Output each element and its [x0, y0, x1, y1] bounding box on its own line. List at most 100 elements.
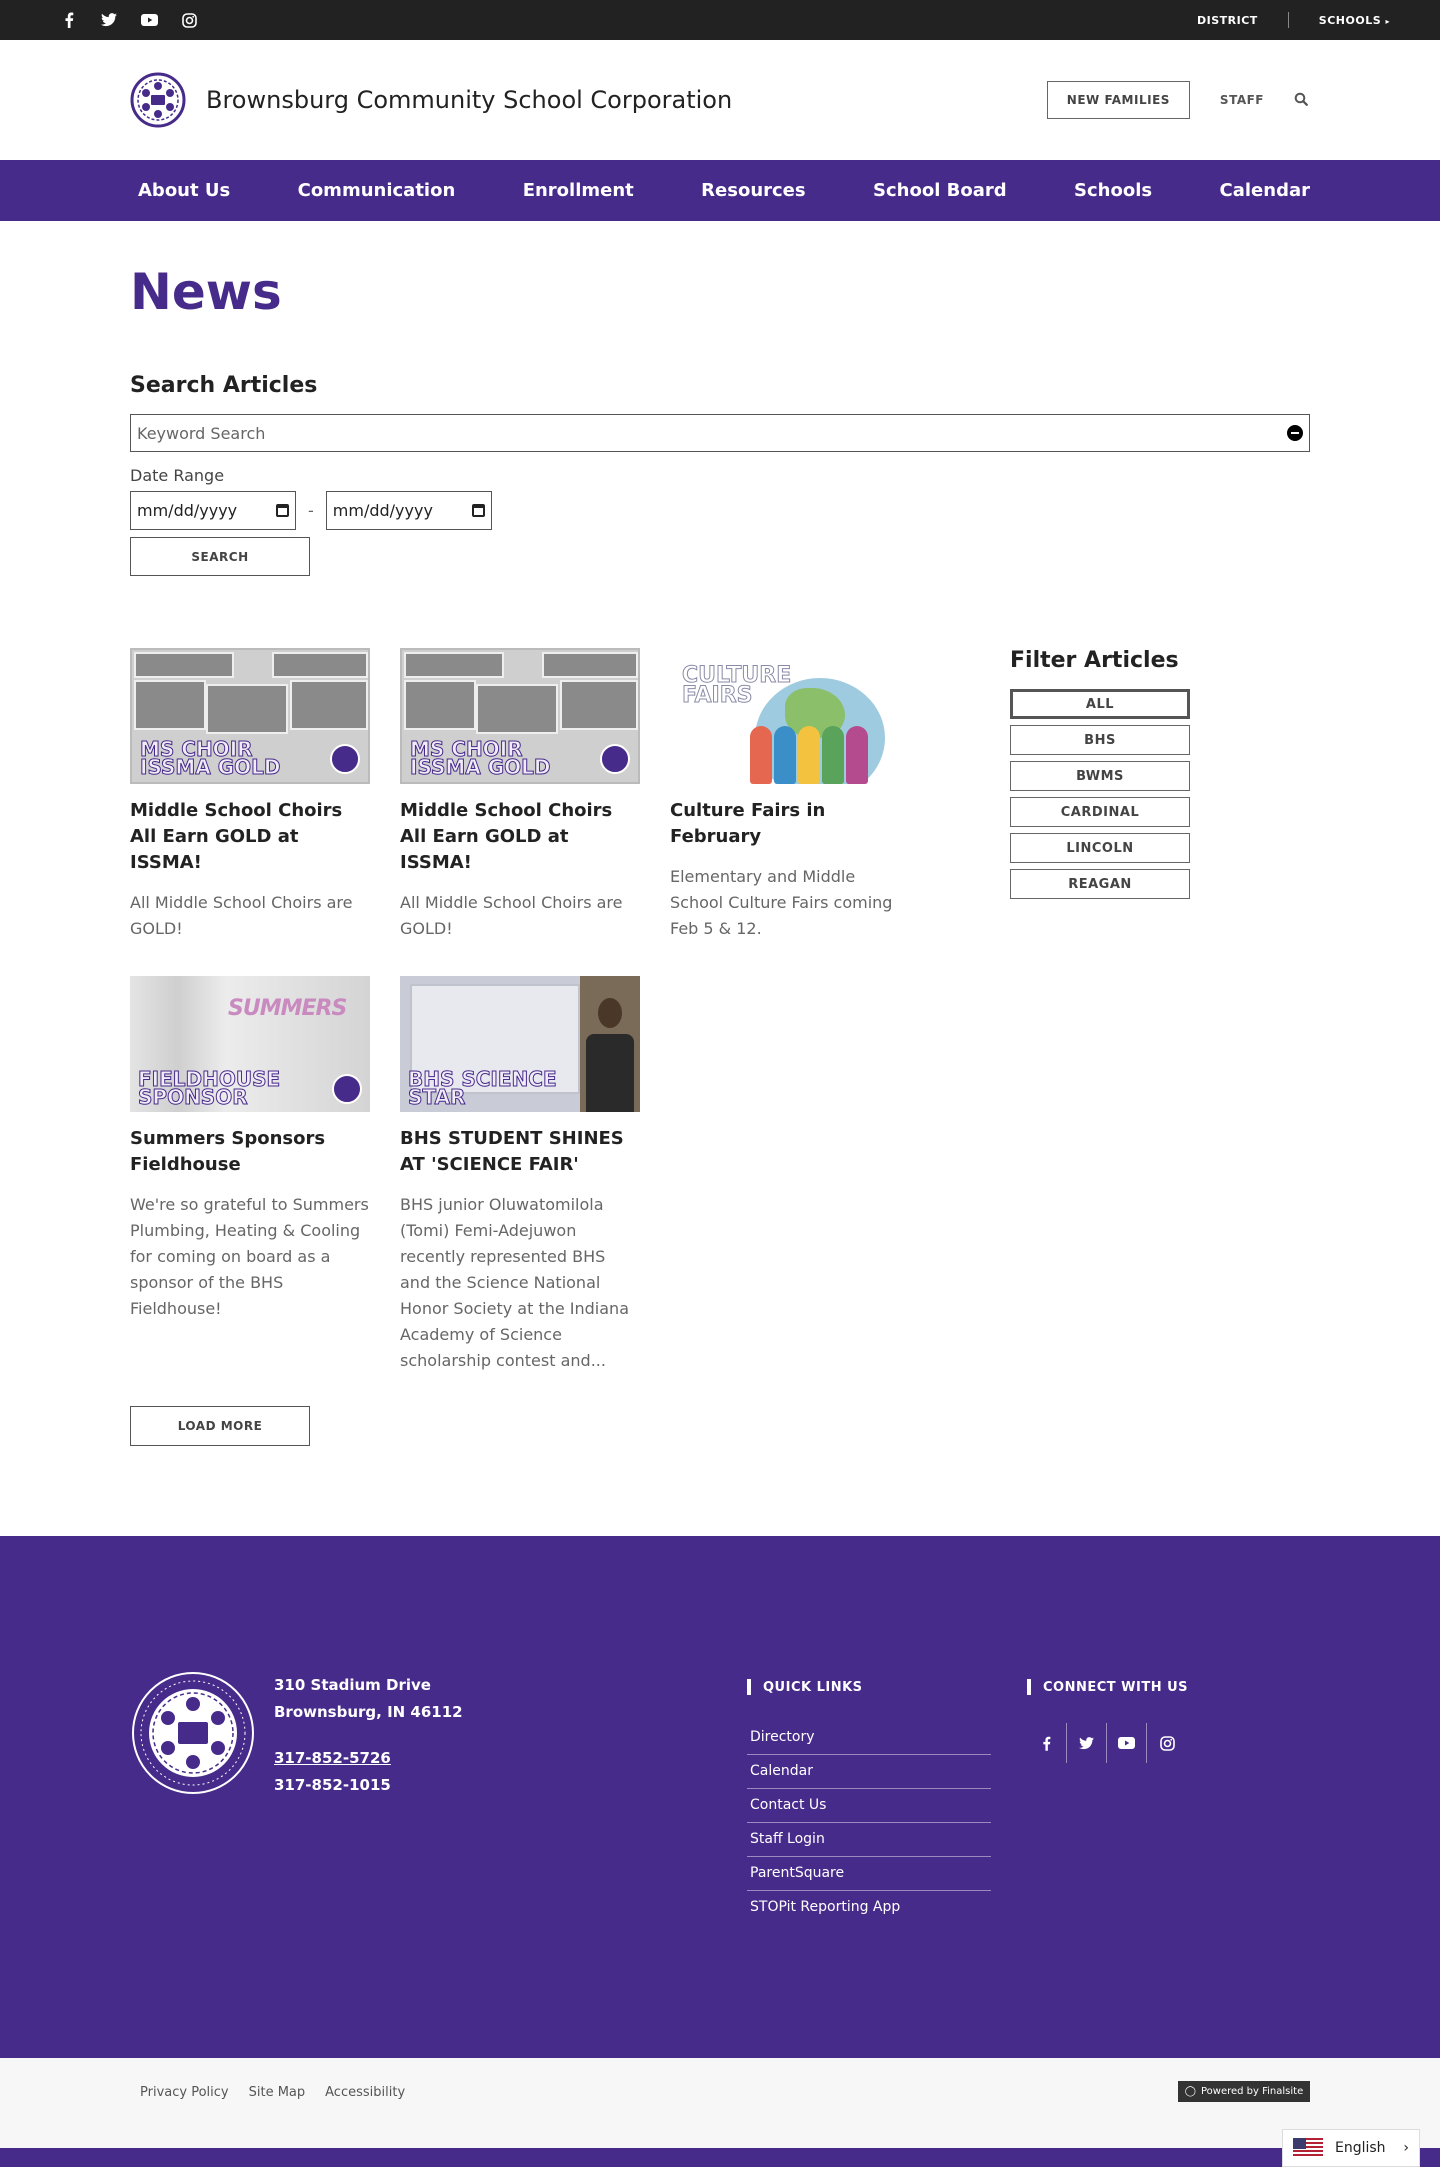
article-thumbnail[interactable]: BHS SCIENCE STAR [400, 976, 640, 1112]
filter-bhs-button[interactable]: BHS [1010, 725, 1190, 755]
photo [206, 684, 288, 734]
schools-link[interactable]: SCHOOLS ▸ [1319, 14, 1390, 27]
article-card[interactable]: BHS SCIENCE STAR BHS STUDENT SHINES AT '… [400, 976, 640, 1374]
search-icon[interactable] [1294, 91, 1308, 110]
quick-links: QUICK LINKS Directory Calendar Contact U… [747, 1679, 991, 1924]
footer-address: 310 Stadium Drive Brownsburg, IN 46112 3… [274, 1672, 463, 1799]
article-thumbnail[interactable]: MS CHOIR ISSMA GOLD [400, 648, 640, 784]
article-card[interactable]: MS CHOIR ISSMA GOLD Middle School Choirs… [400, 648, 640, 942]
site-title: Brownsburg Community School Corporation [206, 86, 733, 114]
utility-links: DISTRICT SCHOOLS ▸ [1197, 12, 1390, 28]
thumbnail-caption: BHS SCIENCE STAR [408, 1067, 558, 1109]
article-card[interactable]: CULTURE FAIRS Culture Fairs in February … [670, 648, 910, 942]
clear-search-icon[interactable] [1287, 425, 1303, 441]
article-thumbnail[interactable]: SUMMERS FIELDHOUSE SPONSOR [130, 976, 370, 1112]
article-thumbnail[interactable]: CULTURE FAIRS [670, 648, 910, 784]
connect-heading: CONNECT WITH US [1027, 1679, 1188, 1695]
date-from-input[interactable]: mm/dd/yyyy [130, 491, 296, 530]
quick-links-list: Directory Calendar Contact Us Staff Logi… [747, 1721, 991, 1924]
article-title[interactable]: Middle School Choirs All Earn GOLD at IS… [400, 798, 640, 876]
facebook-icon[interactable] [60, 11, 78, 29]
filter-lincoln-button[interactable]: LINCOLN [1010, 833, 1190, 863]
article-summary: We're so grateful to Summers Plumbing, H… [130, 1195, 369, 1318]
load-more-button[interactable]: LOAD MORE [130, 1406, 310, 1446]
fax-number: 317-852-1015 [274, 1776, 391, 1794]
quick-link-calendar[interactable]: Calendar [747, 1755, 991, 1789]
address-line-1: 310 Stadium Drive [274, 1676, 431, 1694]
date-to-input[interactable]: mm/dd/yyyy [325, 491, 492, 530]
people-illustration [750, 726, 868, 784]
youtube-icon[interactable] [1107, 1723, 1147, 1763]
footer-seal-logo [132, 1672, 254, 1794]
quick-links-heading: QUICK LINKS [747, 1679, 991, 1695]
instagram-icon[interactable] [180, 11, 198, 29]
youtube-icon[interactable] [140, 11, 158, 29]
accessibility-link[interactable]: Accessibility [325, 2085, 405, 2100]
filter-reagan-button[interactable]: REAGAN [1010, 869, 1190, 899]
filter-bwms-button[interactable]: BWMS [1010, 761, 1190, 791]
quick-link-parentsquare[interactable]: ParentSquare [747, 1857, 991, 1891]
thumbnail-caption: MS CHOIR ISSMA GOLD [410, 737, 551, 779]
filter-heading: Filter Articles [1010, 648, 1179, 673]
language-selector[interactable]: English › [1282, 2129, 1420, 2167]
twitter-icon[interactable] [1067, 1723, 1107, 1763]
filter-all-button[interactable]: ALL [1010, 689, 1190, 719]
article-title[interactable]: Middle School Choirs All Earn GOLD at IS… [130, 798, 370, 876]
thumbnail-caption: MS CHOIR ISSMA GOLD [140, 737, 281, 779]
staff-link[interactable]: STAFF [1220, 93, 1264, 107]
article-title[interactable]: Summers Sponsors Fieldhouse [130, 1126, 370, 1178]
district-logo [130, 72, 186, 128]
page-title: News [130, 263, 282, 321]
finalsite-icon: ◯ [1184, 2086, 1196, 2097]
quick-link-directory[interactable]: Directory [747, 1721, 991, 1755]
photo [134, 680, 206, 730]
language-label: English [1335, 2140, 1386, 2156]
nav-schools[interactable]: Schools [1074, 180, 1152, 201]
nav-enrollment[interactable]: Enrollment [523, 180, 634, 201]
twitter-icon[interactable] [100, 11, 118, 29]
district-link[interactable]: DISTRICT [1197, 14, 1258, 27]
photo [272, 652, 368, 678]
photo [404, 680, 476, 730]
connect-with-us: CONNECT WITH US [1027, 1679, 1188, 1763]
privacy-policy-link[interactable]: Privacy Policy [140, 2085, 229, 2100]
header-actions: NEW FAMILIES STAFF [1046, 81, 1308, 119]
date-range: mm/dd/yyyy - mm/dd/yyyy [130, 491, 1310, 530]
date-separator: - [308, 501, 314, 520]
article-card[interactable]: MS CHOIR ISSMA GOLD Middle School Choirs… [130, 648, 370, 942]
photo [598, 998, 622, 1028]
nav-school-board[interactable]: School Board [873, 180, 1007, 201]
filter-articles: Filter Articles ALL BHS BWMS CARDINAL LI… [1010, 648, 1190, 899]
site-map-link[interactable]: Site Map [249, 2085, 306, 2100]
calendar-icon[interactable] [276, 504, 289, 517]
filter-cardinal-button[interactable]: CARDINAL [1010, 797, 1190, 827]
address-line-2: Brownsburg, IN 46112 [274, 1703, 463, 1721]
nav-resources[interactable]: Resources [701, 180, 805, 201]
date-to-value: mm/dd/yyyy [332, 501, 433, 520]
nav-communication[interactable]: Communication [298, 180, 456, 201]
new-families-button[interactable]: NEW FAMILIES [1046, 81, 1190, 119]
quick-link-stopit[interactable]: STOPit Reporting App [747, 1891, 991, 1924]
calendar-icon[interactable] [471, 504, 485, 517]
quick-link-contact-us[interactable]: Contact Us [747, 1789, 991, 1823]
us-flag-icon [1293, 2138, 1323, 2158]
article-summary: BHS junior Oluwatomilola (Tomi) Femi-Ade… [400, 1195, 629, 1370]
article-title[interactable]: Culture Fairs in February [670, 798, 910, 850]
keyword-search-input[interactable]: Keyword Search [130, 414, 1310, 452]
date-range-label: Date Range [130, 466, 225, 485]
phone-link[interactable]: 317-852-5726 [274, 1745, 463, 1772]
facebook-icon[interactable] [1027, 1723, 1067, 1763]
article-title[interactable]: BHS STUDENT SHINES AT 'SCIENCE FAIR' [400, 1126, 640, 1178]
article-card[interactable]: SUMMERS FIELDHOUSE SPONSOR Summers Spons… [130, 976, 370, 1322]
powered-by-finalsite-badge[interactable]: ◯ Powered by Finalsite [1178, 2081, 1310, 2102]
nav-calendar[interactable]: Calendar [1220, 180, 1310, 201]
district-seal [332, 1074, 362, 1104]
quick-link-staff-login[interactable]: Staff Login [747, 1823, 991, 1857]
instagram-icon[interactable] [1147, 1723, 1187, 1763]
nav-about-us[interactable]: About Us [138, 180, 230, 201]
powered-by-label: Powered by Finalsite [1200, 2086, 1304, 2097]
search-button[interactable]: SEARCH [130, 537, 310, 576]
article-thumbnail[interactable]: MS CHOIR ISSMA GOLD [130, 648, 370, 784]
social-links [60, 11, 198, 29]
brand[interactable]: Brownsburg Community School Corporation [130, 72, 732, 128]
